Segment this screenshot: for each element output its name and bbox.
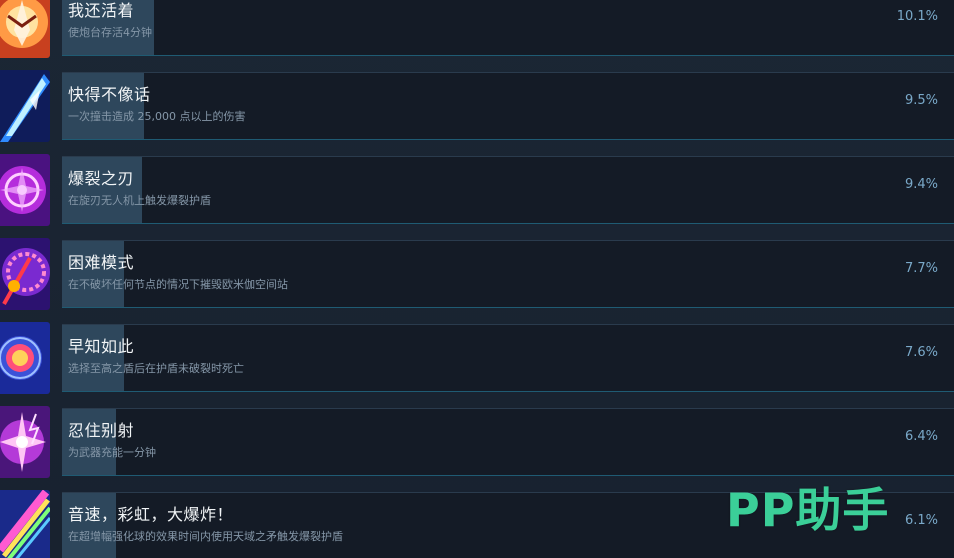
unlock-percentage: 6.1% bbox=[904, 513, 938, 528]
achievement-description: 在旋刃无人机上触发爆裂护盾 bbox=[68, 194, 211, 207]
achievement-list: 我还活着 使炮台存活4分钟 10.1% 快得不像话 一次撞击造成 25,000 … bbox=[0, 0, 954, 558]
achievement-title: 音速，彩虹，大爆炸！ bbox=[68, 505, 234, 524]
achievement-description: 选择至高之盾后在护盾未破裂时死亡 bbox=[68, 362, 244, 375]
blue-streak-icon bbox=[0, 70, 50, 142]
watermark-logo: PP助手 bbox=[726, 483, 890, 537]
shield-burst-icon bbox=[0, 322, 50, 394]
unlock-percentage: 7.6% bbox=[904, 345, 938, 360]
charge-weapon-icon bbox=[0, 406, 50, 478]
achievement-description: 在超增幅强化球的效果时间内使用天域之矛触发爆裂护盾 bbox=[68, 530, 343, 543]
blade-drone-icon bbox=[0, 154, 50, 226]
achievement-title: 快得不像话 bbox=[68, 85, 151, 104]
achievement-panel: 爆裂之刃 在旋刃无人机上触发爆裂护盾 9.4% bbox=[62, 156, 954, 224]
turret-icon bbox=[0, 0, 50, 58]
achievement-panel: 我还活着 使炮台存活4分钟 10.1% bbox=[62, 0, 954, 56]
achievement-description: 在不破坏任何节点的情况下摧毁欧米伽空间站 bbox=[68, 278, 288, 291]
achievement-row[interactable]: 快得不像话 一次撞击造成 25,000 点以上的伤害 9.5% bbox=[0, 70, 954, 154]
achievement-title: 忍住别射 bbox=[68, 421, 135, 440]
achievement-title: 早知如此 bbox=[68, 337, 135, 356]
achievement-description: 使炮台存活4分钟 bbox=[68, 26, 152, 39]
achievement-title: 困难模式 bbox=[68, 253, 135, 272]
achievement-panel: 快得不像话 一次撞击造成 25,000 点以上的伤害 9.5% bbox=[62, 72, 954, 140]
unlock-percentage: 9.4% bbox=[904, 177, 938, 192]
rainbow-spear-icon bbox=[0, 490, 50, 558]
unlock-percentage: 7.7% bbox=[904, 261, 938, 276]
unlock-percentage: 10.1% bbox=[896, 9, 938, 24]
achievement-row[interactable]: 早知如此 选择至高之盾后在护盾未破裂时死亡 7.6% bbox=[0, 322, 954, 406]
unlock-percentage: 6.4% bbox=[904, 429, 938, 444]
station-icon bbox=[0, 238, 50, 310]
achievement-panel: 忍住别射 为武器充能一分钟 6.4% bbox=[62, 408, 954, 476]
unlock-percentage: 9.5% bbox=[904, 93, 938, 108]
achievement-title: 我还活着 bbox=[68, 1, 135, 20]
achievement-title: 爆裂之刃 bbox=[68, 169, 135, 188]
achievement-row[interactable]: 困难模式 在不破坏任何节点的情况下摧毁欧米伽空间站 7.7% bbox=[0, 238, 954, 322]
achievement-description: 为武器充能一分钟 bbox=[68, 446, 156, 459]
achievement-panel: 困难模式 在不破坏任何节点的情况下摧毁欧米伽空间站 7.7% bbox=[62, 240, 954, 308]
achievement-panel: 早知如此 选择至高之盾后在护盾未破裂时死亡 7.6% bbox=[62, 324, 954, 392]
achievement-row[interactable]: 我还活着 使炮台存活4分钟 10.1% bbox=[0, 0, 954, 70]
achievement-row[interactable]: 爆裂之刃 在旋刃无人机上触发爆裂护盾 9.4% bbox=[0, 154, 954, 238]
achievement-description: 一次撞击造成 25,000 点以上的伤害 bbox=[68, 110, 246, 123]
